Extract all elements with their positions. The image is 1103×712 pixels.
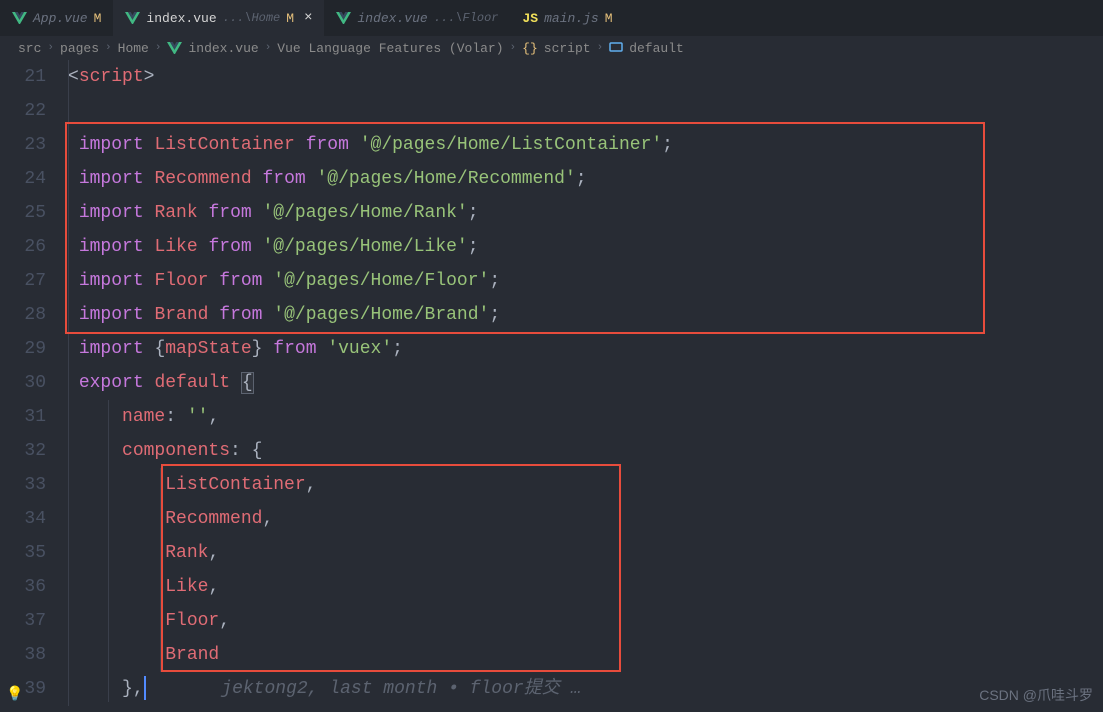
tab-label: main.js <box>544 11 599 26</box>
editor-area[interactable]: 21222324252627282930313233343536373839 <… <box>0 60 1103 706</box>
tab-label: index.vue <box>357 11 427 26</box>
tab-index-floor[interactable]: index.vue ...\Floor <box>324 0 510 36</box>
chevron-right-icon: › <box>47 42 54 54</box>
code-content[interactable]: <script> import ListContainer from '@/pa… <box>68 60 1103 706</box>
breadcrumb-item[interactable]: Home <box>118 41 149 56</box>
breadcrumb-item[interactable]: script <box>544 41 591 56</box>
tab-main-js[interactable]: JS main.js M <box>511 0 625 36</box>
chevron-right-icon: › <box>597 42 604 54</box>
vue-icon <box>12 12 27 25</box>
chevron-right-icon: › <box>105 42 112 54</box>
js-icon: JS <box>523 11 539 26</box>
breadcrumb[interactable]: src › pages › Home › index.vue › Vue Lan… <box>0 36 1103 60</box>
breadcrumb-item[interactable]: pages <box>60 41 99 56</box>
watermark: CSDN @爪哇斗罗 <box>979 685 1093 705</box>
tab-app-vue[interactable]: App.vue M <box>0 0 113 36</box>
breadcrumb-item[interactable]: default <box>629 41 684 56</box>
chevron-right-icon: › <box>510 42 517 54</box>
tab-path: ...\Home <box>223 11 281 25</box>
chevron-right-icon: › <box>265 42 272 54</box>
text-cursor <box>144 676 146 700</box>
modified-indicator: M <box>94 11 102 26</box>
tab-index-home[interactable]: index.vue ...\Home M × <box>113 0 324 36</box>
close-icon[interactable]: × <box>304 10 312 26</box>
line-gutter: 21222324252627282930313233343536373839 <box>0 60 68 706</box>
breadcrumb-item[interactable]: index.vue <box>188 41 258 56</box>
git-blame-hint: jektong2, last month • floor提交 … <box>221 679 581 699</box>
tab-label: App.vue <box>33 11 88 26</box>
editor-tabs: App.vue M index.vue ...\Home M × index.v… <box>0 0 1103 36</box>
vue-icon <box>336 12 351 25</box>
braces-icon: {} <box>522 41 538 56</box>
chevron-right-icon: › <box>155 42 162 54</box>
breadcrumb-item[interactable]: src <box>18 41 41 56</box>
modified-indicator: M <box>286 11 294 26</box>
modified-indicator: M <box>605 11 613 26</box>
tab-path: ...\Floor <box>434 11 499 25</box>
field-icon <box>609 41 623 56</box>
tab-label: index.vue <box>146 11 216 26</box>
vue-icon <box>125 12 140 25</box>
breadcrumb-item[interactable]: Vue Language Features (Volar) <box>277 41 503 56</box>
vue-icon <box>167 42 182 55</box>
lightbulb-icon[interactable]: 💡 <box>6 678 23 712</box>
